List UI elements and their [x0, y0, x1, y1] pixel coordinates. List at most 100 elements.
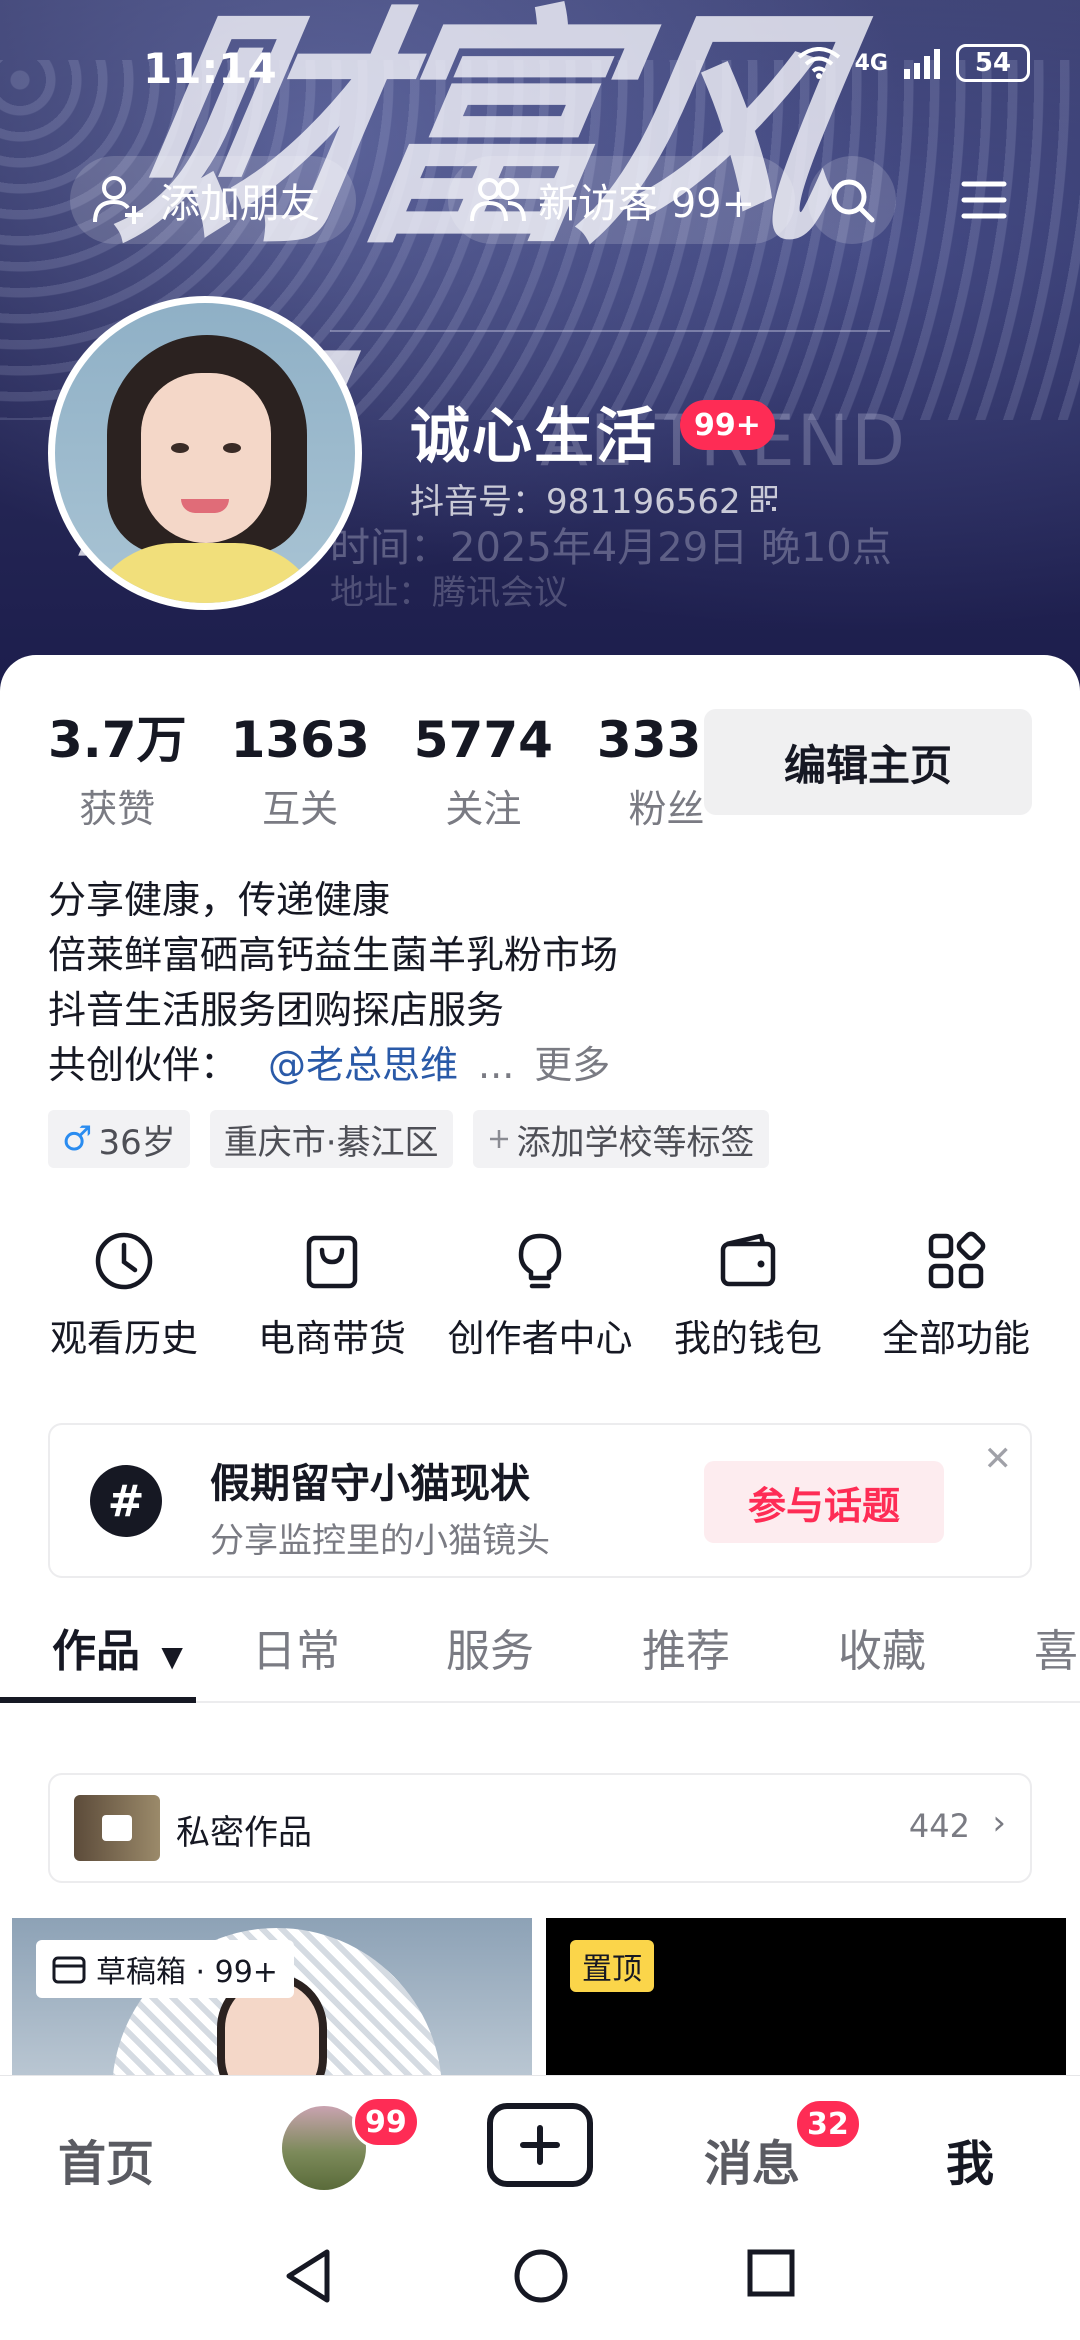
create-post-button[interactable] — [487, 2103, 593, 2187]
network-type: 4G — [854, 50, 888, 76]
topic-title: 假期留守小猫现状 — [210, 1461, 530, 1507]
profile-bio: 分享健康，传递健康 倍莱鲜富硒高钙益生菌羊乳粉市场 抖音生活服务团购探店服务 共… — [48, 873, 618, 1093]
private-works-label: 私密作品 — [176, 1813, 312, 1853]
poster-place: 地址：腾讯会议 — [330, 573, 568, 613]
close-icon[interactable]: ✕ — [984, 1439, 1013, 1479]
shopping-bag-icon — [306, 1235, 358, 1289]
name-badge[interactable]: 99+ — [680, 400, 775, 450]
draft-box-thumbnail[interactable]: 草稿箱 · 99+ — [12, 1918, 532, 2075]
tab-likes[interactable]: 喜 — [1034, 1615, 1078, 1679]
menu-button[interactable] — [940, 156, 1028, 244]
plus-icon — [489, 1130, 508, 1148]
nav-me[interactable]: 我 — [946, 2124, 994, 2194]
wallet-icon — [720, 1233, 776, 1287]
tab-recommended[interactable]: 推荐 — [642, 1615, 730, 1679]
topic-subtitle: 分享监控里的小猫镜头 — [210, 1521, 550, 1561]
status-time: 11:14 — [143, 44, 277, 93]
new-visitors-label: 新访客 99+ — [538, 181, 756, 227]
visitors-icon — [470, 178, 526, 222]
chevron-right-icon: › — [992, 1803, 1006, 1843]
add-tag-label: 添加学校等标签 — [516, 1122, 755, 1163]
tab-services[interactable]: 服务 — [446, 1615, 534, 1679]
nav-messages[interactable]: 消息 — [704, 2124, 800, 2194]
tab-works[interactable]: 作品 ▼ — [52, 1615, 183, 1679]
add-user-icon — [93, 176, 143, 224]
stat-mutual[interactable]: 1363 互关 — [231, 710, 370, 833]
add-friend-button[interactable]: 添加朋友 — [70, 156, 356, 244]
draft-box-label: 草稿箱 · 99+ — [96, 1955, 278, 1990]
tab-favorites[interactable]: 收藏 — [838, 1615, 926, 1679]
pinned-video-thumbnail[interactable]: 置顶 — [546, 1918, 1066, 2075]
recent-apps-icon[interactable] — [746, 2248, 796, 2298]
bio-line: 分享健康，传递健康 — [48, 878, 391, 922]
caret-down-icon: ▼ — [161, 1640, 183, 1673]
shortcut-creator-center[interactable]: 创作者中心 — [440, 1230, 640, 1362]
shortcut-all-features[interactable]: 全部功能 — [856, 1230, 1056, 1362]
active-tab-indicator — [0, 1697, 196, 1703]
shortcut-label: 创作者中心 — [447, 1317, 633, 1360]
private-works-row[interactable]: 私密作品 442 › — [48, 1773, 1032, 1883]
edit-profile-button[interactable]: 编辑主页 — [704, 709, 1032, 815]
hashtag-icon: # — [90, 1465, 162, 1537]
back-icon[interactable] — [283, 2248, 333, 2304]
join-topic-button[interactable]: 参与话题 — [704, 1461, 944, 1543]
stat-value: 5774 — [413, 711, 553, 769]
topic-card[interactable]: # 假期留守小猫现状 分享监控里的小猫镜头 参与话题 ✕ — [48, 1423, 1032, 1578]
shortcut-row: 观看历史 电商带货 创作者中心 我的钱包 全部功能 — [24, 1230, 1056, 1362]
grid-icon — [928, 1231, 986, 1289]
bio-ellipsis: ... — [478, 1043, 515, 1087]
stat-following[interactable]: 5774 关注 — [414, 710, 553, 833]
shortcut-watch-history[interactable]: 观看历史 — [24, 1230, 224, 1362]
partner-prefix: 共创伙伴： — [48, 1043, 239, 1087]
friends-badge: 99 — [352, 2096, 420, 2148]
douyin-id[interactable]: 抖音号：981196562 — [410, 474, 777, 523]
bio-partner-line: 共创伙伴： @老总思维 ... 更多 — [48, 1038, 618, 1093]
douyin-id-text: 抖音号：981196562 — [410, 482, 741, 522]
age-tag[interactable]: ♂ 36岁 — [48, 1110, 190, 1168]
bio-line: 抖音生活服务团购探店服务 — [48, 988, 505, 1032]
stat-value: 3.7万 — [48, 711, 187, 769]
messages-badge: 32 — [794, 2098, 862, 2150]
search-icon — [831, 179, 875, 223]
search-button[interactable] — [808, 156, 896, 244]
battery-level: 54 — [974, 48, 1012, 78]
nav-home[interactable]: 首页 — [58, 2124, 154, 2194]
clock-icon — [95, 1232, 153, 1290]
bio-line: 倍莱鲜富硒高钙益生菌羊乳粉市场 — [48, 933, 619, 977]
stat-label: 获赞 — [79, 787, 156, 831]
system-navigation-bar — [0, 2220, 1080, 2340]
tab-label: 作品 — [52, 1626, 140, 1677]
bio-more-link[interactable]: 更多 — [534, 1038, 610, 1093]
plus-icon — [520, 2125, 560, 2165]
shortcut-label: 观看历史 — [50, 1317, 198, 1360]
add-tag-button[interactable]: 添加学校等标签 — [472, 1110, 769, 1168]
profile-tags: ♂ 36岁 重庆市·綦江区 添加学校等标签 — [48, 1110, 769, 1168]
folder-icon — [52, 1956, 86, 1984]
lock-icon — [102, 1815, 132, 1841]
partner-mention-link[interactable]: @老总思维 — [268, 1038, 458, 1093]
wifi-icon — [797, 47, 840, 79]
private-works-count: 442 — [908, 1807, 970, 1845]
shortcut-ecommerce[interactable]: 电商带货 — [232, 1230, 432, 1362]
battery-icon: 54 — [956, 44, 1030, 82]
bottom-navigation: 首页 99 消息 32 我 — [0, 2075, 1080, 2220]
stat-value: 1363 — [230, 711, 370, 769]
private-thumb-image — [74, 1795, 160, 1861]
lightbulb-icon — [518, 1233, 562, 1289]
add-friend-label: 添加朋友 — [160, 181, 320, 227]
home-circle-icon[interactable] — [513, 2248, 569, 2304]
content-tabs: 作品 ▼ 日常 服务 推荐 收藏 喜 — [0, 1615, 1080, 1703]
shortcut-label: 我的钱包 — [674, 1317, 822, 1360]
profile-avatar[interactable] — [48, 296, 362, 610]
pinned-tag: 置顶 — [570, 1940, 654, 1992]
avatar-image — [55, 303, 355, 603]
shortcut-wallet[interactable]: 我的钱包 — [648, 1230, 848, 1362]
profile-name: 诚心生活 — [410, 402, 658, 472]
new-visitors-button[interactable]: 新访客 99+ — [448, 156, 796, 244]
menu-icon — [961, 181, 1007, 219]
stat-label: 互关 — [262, 787, 339, 831]
tab-daily[interactable]: 日常 — [252, 1615, 340, 1679]
stat-likes[interactable]: 3.7万 获赞 — [48, 710, 187, 833]
location-tag[interactable]: 重庆市·綦江区 — [209, 1110, 453, 1168]
signal-icon — [904, 49, 940, 79]
